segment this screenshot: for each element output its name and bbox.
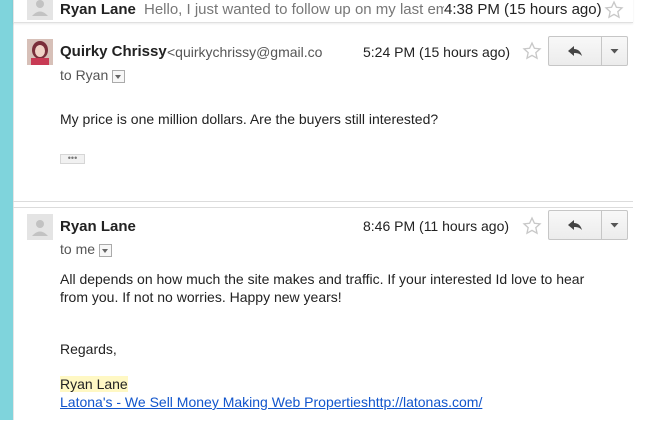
profile-photo-icon — [27, 39, 53, 65]
reply-arrow-icon — [568, 220, 582, 230]
collapsed-sender: Ryan Lane — [60, 1, 136, 18]
sender-name[interactable]: Quirky Chrissy — [60, 43, 167, 60]
chevron-down-icon — [610, 49, 619, 54]
reply-button[interactable] — [549, 211, 601, 239]
signature: Ryan Lane Latona's - We Sell Money Makin… — [60, 375, 620, 411]
more-options-button[interactable] — [602, 211, 627, 239]
default-avatar-icon — [27, 214, 53, 240]
signature-link[interactable]: Latona's - We Sell Money Making Web Prop… — [60, 394, 482, 410]
message-quirky-chrissy: Quirky Chrissy <quirkychrissy@gmail.co 5… — [13, 31, 633, 202]
collapsed-time: 4:38 PM (15 hours ago) — [444, 1, 602, 18]
message-body: All depends on how much the site makes a… — [60, 270, 620, 306]
recipient-line: to me — [60, 241, 113, 257]
more-options-button[interactable] — [602, 37, 627, 65]
signature-name: Ryan Lane — [60, 376, 128, 392]
message-time: 5:24 PM (15 hours ago) — [363, 44, 511, 60]
collapsed-message[interactable]: Ryan Lane Hello, I just wanted to follow… — [13, 0, 633, 23]
details-dropdown-icon[interactable] — [112, 69, 126, 83]
avatar — [27, 0, 53, 25]
star-icon[interactable] — [522, 216, 542, 240]
recipient-text: to me — [60, 241, 96, 257]
details-dropdown-icon[interactable] — [99, 243, 113, 257]
signoff: Regards, — [60, 341, 117, 357]
reply-arrow-icon — [568, 46, 582, 56]
chevron-down-icon — [610, 223, 619, 228]
window-edge — [0, 0, 13, 420]
sender-name[interactable]: Ryan Lane — [60, 218, 136, 235]
message-time: 8:46 PM (11 hours ago) — [363, 218, 510, 234]
sender-email: <quirkychrissy@gmail.co — [167, 44, 323, 60]
message-ryan-lane: Ryan Lane 8:46 PM (11 hours ago) to me A… — [13, 207, 633, 421]
recipient-line: to Ryan — [60, 67, 126, 83]
message-body-line: from you. If not no worries. Happy new y… — [60, 289, 342, 305]
avatar[interactable] — [27, 214, 53, 240]
reply-button-group — [548, 36, 628, 66]
reply-button[interactable] — [549, 37, 601, 65]
message-body-line: All depends on how much the site makes a… — [60, 271, 585, 287]
recipient-text: to Ryan — [60, 67, 109, 83]
avatar[interactable] — [27, 39, 53, 65]
star-icon[interactable] — [522, 41, 542, 65]
star-icon[interactable] — [604, 0, 624, 24]
collapsed-snippet: Hello, I just wanted to follow up on my … — [144, 1, 444, 18]
reply-button-group — [548, 210, 628, 240]
show-trimmed-content-button[interactable]: ••• — [60, 154, 85, 164]
default-avatar-icon — [27, 0, 53, 20]
message-body: My price is one million dollars. Are the… — [60, 111, 439, 127]
